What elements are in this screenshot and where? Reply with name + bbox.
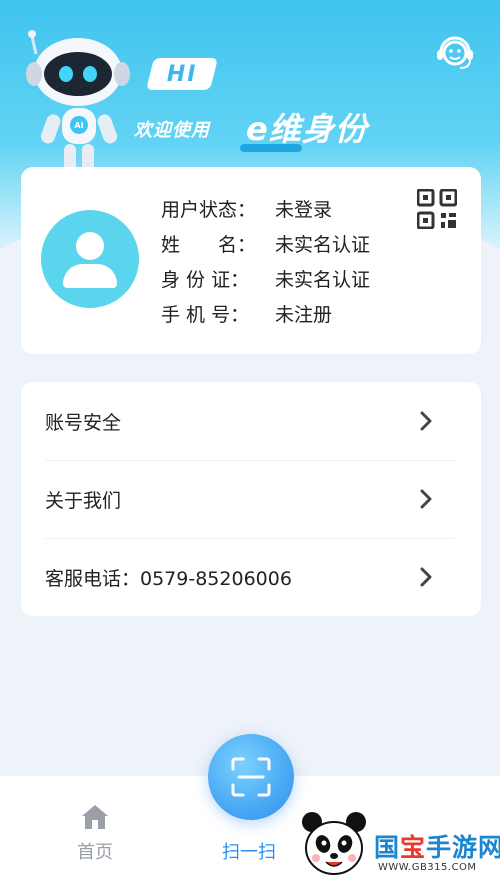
watermark-url: WWW.GB315.COM [378,862,477,873]
robot-mascot-icon: AI [26,30,130,172]
chevron-right-icon [420,567,432,587]
brand-title: e维身份 [246,110,368,148]
user-id-row: 身 份 证： 未实名认证 [161,265,370,292]
tab-home-label: 首页 [77,842,113,863]
panda-logo-icon [298,808,370,880]
menu-item-label: 关于我们 [45,490,122,512]
menu-item-service-phone[interactable]: 客服电话：0579-85206006 [21,538,481,616]
user-info-card: 用户状态： 未登录 姓 名： 未实名认证 身 份 证： 未实名认证 手 机 号：… [21,167,481,354]
user-phone-label: 手 机 号： [161,304,250,326]
menu-item-label: 客服电话：0579-85206006 [45,568,292,590]
welcome-text: 欢迎使用 [134,120,210,141]
user-name-value: 未实名认证 [275,234,371,256]
qr-code-icon[interactable] [417,189,457,229]
site-watermark: 国宝手游网 WWW.GB315.COM [282,800,500,888]
menu-item-label: 账号安全 [45,412,122,434]
user-status-label: 用户状态： [161,199,257,221]
user-name-row: 姓 名： 未实名认证 [161,230,370,257]
user-id-label: 身 份 证： [161,269,250,291]
user-name-label: 姓 名： [161,234,257,256]
customer-service-icon[interactable] [434,32,476,72]
robot-chest-label: AI [74,121,83,130]
home-icon [82,805,108,829]
hi-text: HI [166,61,198,87]
tab-home[interactable]: 首页 [15,776,175,888]
user-id-value: 未实名认证 [275,269,371,291]
user-phone-row: 手 机 号： 未注册 [161,300,332,327]
scan-icon [231,757,271,797]
menu-item-about-us[interactable]: 关于我们 [21,460,481,538]
user-avatar-icon [41,210,139,308]
menu-item-account-security[interactable]: 账号安全 [21,382,481,460]
user-status-value: 未登录 [275,199,333,221]
watermark-title: 国宝手游网 [374,828,500,864]
user-phone-value: 未注册 [275,304,333,326]
watermark-char-3: 手游网 [426,833,500,862]
chevron-right-icon [420,489,432,509]
watermark-char-2: 宝 [400,833,427,862]
hi-badge: HI [146,58,218,90]
watermark-char-1: 国 [374,833,401,862]
menu-card: 账号安全 关于我们 客服电话：0579-85206006 [21,382,481,616]
user-status-row: 用户状态： 未登录 [161,195,332,222]
chevron-right-icon [420,411,432,431]
